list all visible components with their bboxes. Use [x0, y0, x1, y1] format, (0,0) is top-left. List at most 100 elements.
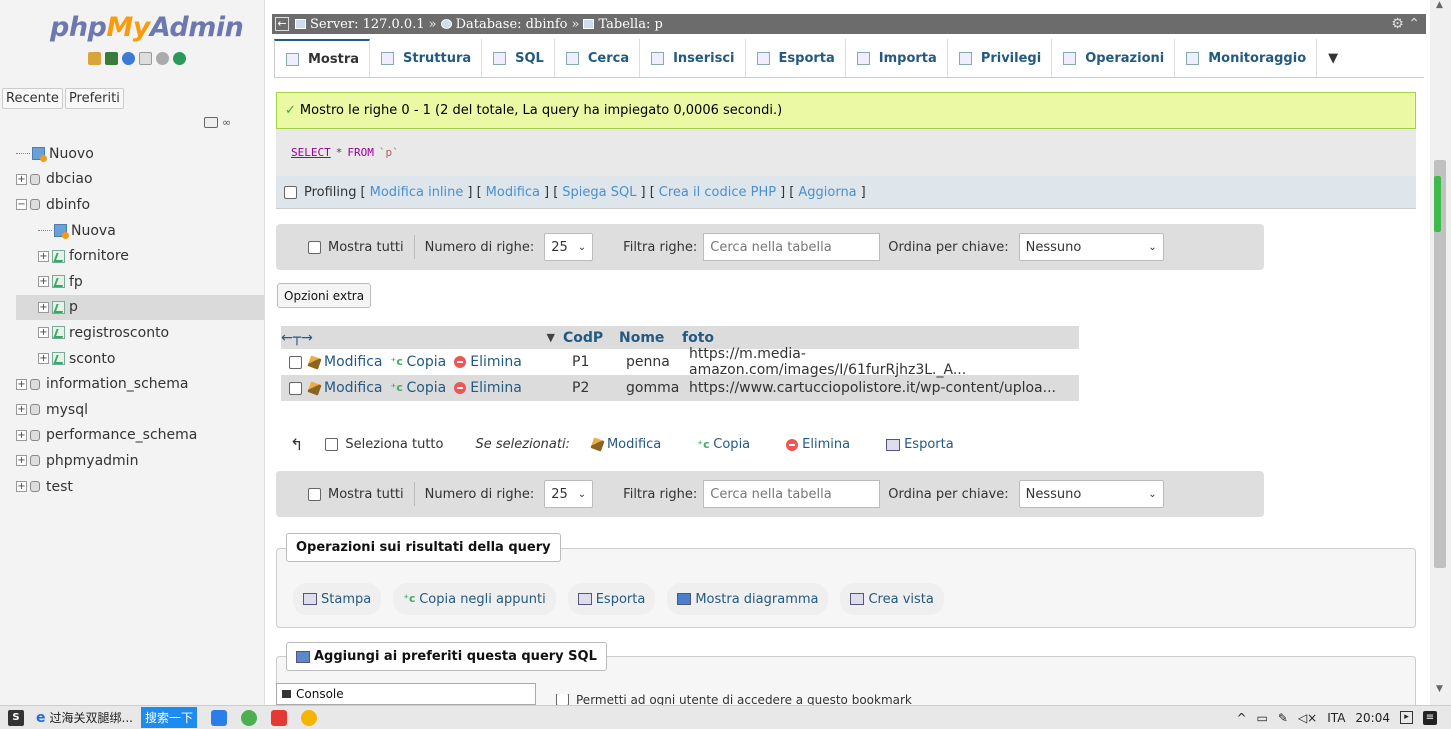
nav-tree-item[interactable]: + sconto: [16, 346, 264, 372]
network-icon[interactable]: ▭: [1257, 711, 1268, 725]
sql-keyword-select[interactable]: SELECT: [291, 146, 331, 159]
rows-per-page-select[interactable]: 25 ⌄: [544, 233, 594, 261]
nav-tree-item[interactable]: + test: [16, 474, 264, 500]
app-icon[interactable]: [300, 709, 317, 726]
notification-icon[interactable]: ≡: [1423, 710, 1437, 725]
nav-tree-label[interactable]: fornitore: [69, 248, 129, 264]
expand-icon[interactable]: +: [16, 404, 27, 416]
column-header-foto[interactable]: foto: [682, 330, 1079, 346]
link-icon[interactable]: ∞: [222, 116, 231, 129]
tab-privilegi[interactable]: Privilegi: [948, 39, 1053, 77]
cell-foto[interactable]: https://www.cartucciopolistore.it/wp-con…: [689, 380, 1079, 396]
start-icon[interactable]: S: [8, 709, 24, 726]
expand-icon[interactable]: +: [16, 429, 27, 441]
profiling-checkbox[interactable]: [284, 185, 297, 199]
nav-tree-label[interactable]: test: [46, 479, 73, 495]
tab-operazioni[interactable]: Operazioni: [1052, 39, 1176, 77]
show-all-checkbox[interactable]: [308, 240, 321, 254]
collapse-icon[interactable]: −: [16, 199, 27, 211]
nav-tree-label[interactable]: dbinfo: [46, 197, 90, 213]
nav-tree-label[interactable]: Nuova: [71, 223, 116, 239]
page-scrollbar[interactable]: ▲ ▼: [1430, 0, 1451, 705]
scroll-down-icon[interactable]: ▼: [1436, 684, 1443, 694]
copy-to-clipboard-button[interactable]: ⁺ᴄ Copia negli appunti: [393, 583, 556, 615]
expand-icon[interactable]: +: [16, 173, 27, 185]
inline-edit-link[interactable]: Modifica inline: [370, 185, 464, 200]
bookmark-share-checkbox[interactable]: [556, 694, 569, 705]
show-all-checkbox[interactable]: [308, 487, 321, 501]
collapse-all-icon[interactable]: [204, 117, 218, 128]
select-all-checkbox[interactable]: [325, 438, 339, 451]
browser-icon[interactable]: e: [36, 710, 46, 726]
favorites-button[interactable]: Preferiti: [64, 88, 124, 109]
sql-query-box[interactable]: SELECT * FROM `p`: [276, 129, 1416, 176]
expand-icon[interactable]: +: [38, 250, 49, 262]
expand-icon[interactable]: +: [38, 276, 49, 288]
page-settings-icon[interactable]: ⚙ ⌃: [1391, 16, 1420, 32]
tab-inserisci[interactable]: Inserisci: [640, 39, 746, 77]
nav-tree-item[interactable]: + fornitore: [16, 243, 264, 269]
bulk-delete-button[interactable]: Elimina: [786, 437, 850, 452]
cell-nome[interactable]: gomma: [626, 380, 689, 396]
cell-nome[interactable]: penna: [626, 354, 689, 370]
console-bar[interactable]: Console: [276, 683, 536, 705]
breadcrumb-server[interactable]: Server: 127.0.0.1: [310, 17, 425, 32]
expand-icon[interactable]: +: [16, 481, 27, 493]
row-checkbox[interactable]: [289, 381, 302, 395]
home-icon[interactable]: [88, 52, 101, 65]
copy-row-button[interactable]: ⁺ᴄ Copia: [391, 354, 447, 370]
tab-sql[interactable]: SQL: [482, 39, 555, 77]
phpmyadmin-logo[interactable]: phpMyAdmin: [50, 12, 244, 43]
nav-tree-label[interactable]: mysql: [46, 402, 88, 418]
bulk-export-button[interactable]: Esporta: [886, 437, 954, 452]
help-icon[interactable]: [122, 52, 135, 65]
column-header-codp[interactable]: CodP: [561, 330, 619, 346]
breadcrumb-table[interactable]: Tabella: p: [598, 17, 662, 32]
taskbar-window[interactable]: 过海关双腿绑...: [50, 709, 133, 726]
nav-tree-item[interactable]: Nuova: [16, 218, 264, 244]
nav-tree-item[interactable]: + p: [16, 294, 264, 321]
nav-tree-item[interactable]: + mysql: [16, 397, 264, 423]
docs-icon[interactable]: [139, 52, 152, 65]
more-tabs-button[interactable]: ▼: [1317, 39, 1348, 77]
reload-icon[interactable]: [173, 52, 186, 65]
nav-tree-label[interactable]: p: [69, 299, 78, 315]
nav-tree-label[interactable]: registrosconto: [69, 325, 169, 341]
tray-expand-icon[interactable]: ^: [1236, 711, 1246, 725]
bulk-edit-button[interactable]: Modifica: [590, 437, 661, 452]
edit-query-link[interactable]: Modifica: [486, 185, 540, 200]
filter-rows-input[interactable]: Cerca nella tabella: [703, 233, 881, 261]
nav-tree-label[interactable]: fp: [69, 274, 83, 290]
bulk-copy-button[interactable]: ⁺ᴄ Copia: [697, 437, 750, 452]
delete-row-button[interactable]: Elimina: [454, 380, 522, 396]
rows-per-page-select[interactable]: 25 ⌄: [544, 480, 594, 508]
filter-rows-input[interactable]: Cerca nella tabella: [703, 480, 881, 508]
create-view-button[interactable]: Crea vista: [840, 583, 944, 615]
select-all-label[interactable]: Seleziona tutto: [345, 437, 443, 452]
cell-codp[interactable]: P1: [568, 354, 626, 370]
nav-tree-item[interactable]: + performance_schema: [16, 423, 264, 449]
logout-icon[interactable]: [105, 52, 118, 65]
cell-foto[interactable]: https://m.media-amazon.com/images/I/61fu…: [689, 346, 1079, 378]
create-php-code-link[interactable]: Crea il codice PHP: [659, 185, 776, 200]
expand-icon[interactable]: +: [38, 353, 49, 365]
nav-tree-item[interactable]: + phpmyadmin: [16, 448, 264, 474]
language-indicator[interactable]: ITA: [1327, 711, 1345, 725]
nav-tree-label[interactable]: Nuovo: [49, 146, 94, 162]
extra-options-button[interactable]: Opzioni extra: [277, 283, 372, 308]
expand-icon[interactable]: +: [38, 301, 49, 313]
expand-icon[interactable]: +: [16, 455, 27, 467]
nav-tree-label[interactable]: information_schema: [46, 376, 189, 392]
nav-tree-item[interactable]: + registrosconto: [16, 320, 264, 346]
tab-importa[interactable]: Importa: [846, 39, 948, 77]
nav-tree-item[interactable]: + information_schema: [16, 371, 264, 397]
copy-row-button[interactable]: ⁺ᴄ Copia: [391, 380, 447, 396]
nav-tree-item[interactable]: − dbinfo: [16, 192, 264, 218]
collapse-nav-icon[interactable]: ←: [275, 17, 289, 31]
nav-tree-label[interactable]: sconto: [69, 351, 115, 367]
print-button[interactable]: Stampa: [293, 583, 382, 615]
sort-by-key-select[interactable]: Nessuno ⌄: [1018, 480, 1164, 508]
column-header-nome[interactable]: Nome: [619, 330, 682, 346]
tab-struttura[interactable]: Struttura: [370, 39, 483, 77]
clock[interactable]: 20:04: [1355, 711, 1390, 725]
